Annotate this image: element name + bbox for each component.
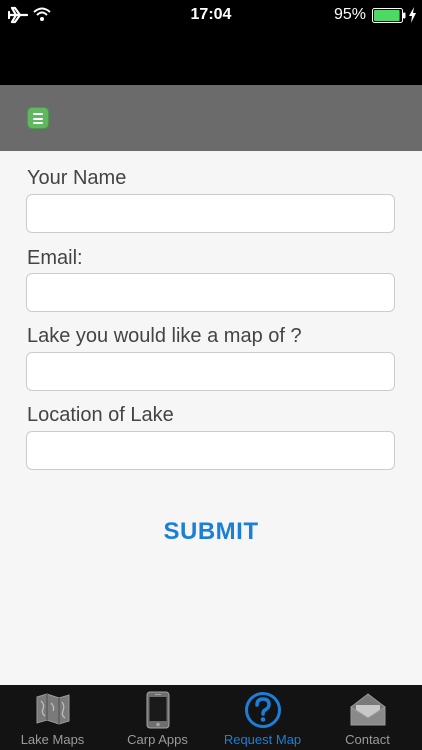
battery-icon xyxy=(372,8,406,23)
tab-bar: Lake Maps Carp Apps Request Map Contact xyxy=(0,685,422,750)
top-toolbar xyxy=(0,85,422,151)
request-map-form: Your Name Email: Lake you would like a m… xyxy=(0,151,422,685)
name-label: Your Name xyxy=(27,167,127,189)
lake-label: Lake you would like a map of ? xyxy=(27,325,302,347)
email-input[interactable] xyxy=(26,273,395,312)
hamburger-menu-icon[interactable] xyxy=(27,107,49,129)
tab-label: Lake Maps xyxy=(20,732,85,747)
tab-lake-maps[interactable]: Lake Maps xyxy=(0,685,105,750)
question-icon xyxy=(244,692,281,728)
email-label: Email: xyxy=(27,247,83,269)
tab-label: Carp Apps xyxy=(127,732,188,747)
tab-request-map[interactable]: Request Map xyxy=(210,685,315,750)
status-bar: 17:04 95% xyxy=(0,0,422,30)
map-icon xyxy=(36,693,69,725)
charging-icon xyxy=(409,7,416,23)
header-spacer xyxy=(0,30,422,85)
tab-label: Request Map xyxy=(223,732,302,747)
location-label: Location of Lake xyxy=(27,404,174,426)
submit-button[interactable]: SUBMIT xyxy=(0,518,422,546)
lake-input[interactable] xyxy=(26,352,395,391)
battery-percent: 95% xyxy=(333,6,366,23)
name-input[interactable] xyxy=(26,194,395,233)
phone-icon xyxy=(146,691,169,729)
tab-label: Contact xyxy=(345,732,390,747)
envelope-icon xyxy=(350,693,385,726)
location-input[interactable] xyxy=(26,431,395,470)
tab-carp-apps[interactable]: Carp Apps xyxy=(105,685,210,750)
tab-contact[interactable]: Contact xyxy=(315,685,420,750)
